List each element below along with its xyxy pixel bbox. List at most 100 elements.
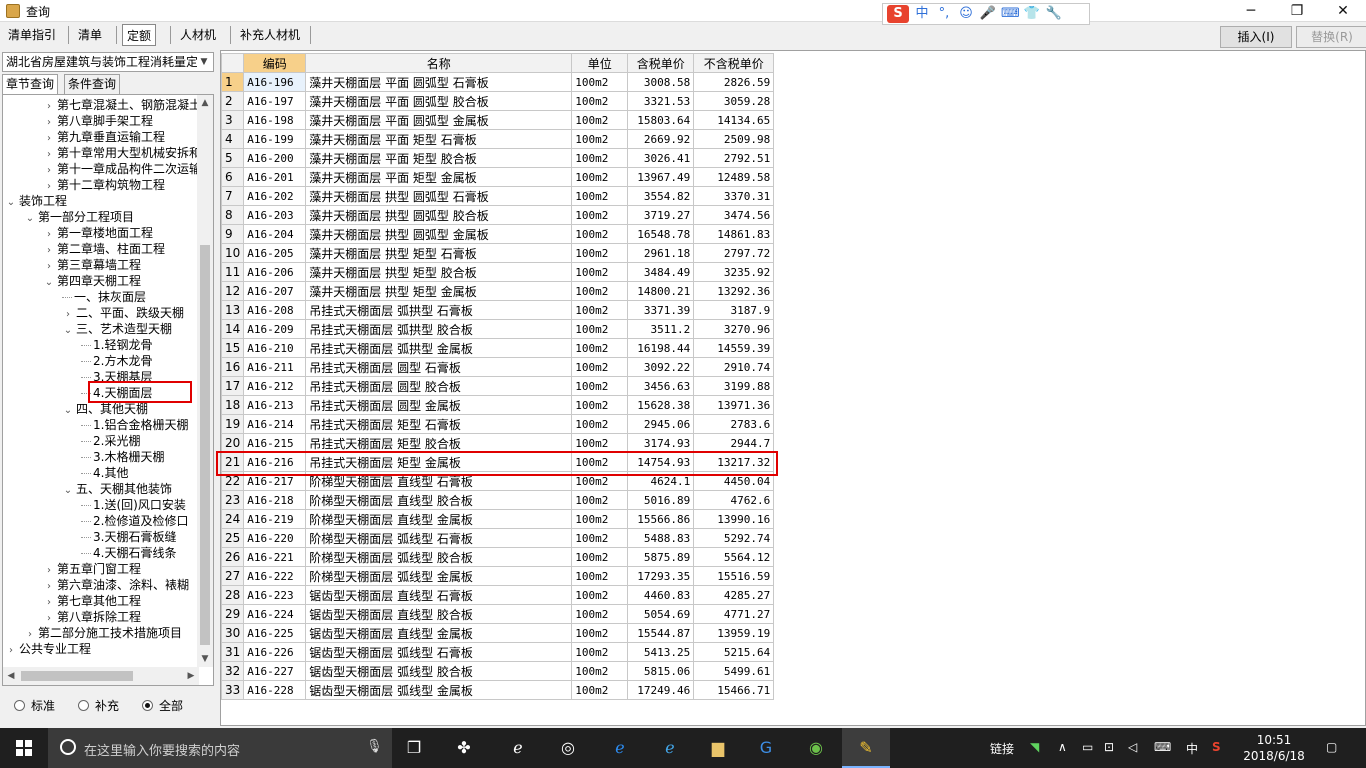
- tree-node[interactable]: › 第五章门窗工程: [43, 561, 141, 577]
- quota-unit[interactable]: 100m2: [571, 433, 629, 453]
- expanded-icon[interactable]: ⌄: [5, 195, 17, 211]
- scroll-down-icon[interactable]: ▼: [197, 651, 213, 667]
- quota-code[interactable]: A16-201: [243, 167, 307, 187]
- quota-code[interactable]: A16-227: [243, 661, 307, 681]
- quota-unit[interactable]: 100m2: [571, 72, 629, 92]
- col-header-notax-price[interactable]: 不含税单价: [693, 53, 775, 73]
- tree-node[interactable]: 2.采光棚: [81, 433, 140, 449]
- price-without-tax[interactable]: 2797.72: [693, 243, 775, 263]
- price-with-tax[interactable]: 16548.78: [627, 224, 695, 244]
- quota-unit[interactable]: 100m2: [571, 243, 629, 263]
- notification-icon[interactable]: ▢: [1326, 740, 1337, 754]
- ime-mode-icon[interactable]: 中: [913, 5, 931, 23]
- row-index[interactable]: 20: [221, 433, 245, 453]
- price-without-tax[interactable]: 12489.58: [693, 167, 775, 187]
- tree-node[interactable]: › 第八章脚手架工程: [43, 113, 153, 129]
- quota-name[interactable]: 锯齿型天棚面层 弧线型 胶合板: [305, 661, 573, 681]
- quota-code[interactable]: A16-228: [243, 680, 307, 700]
- quota-name[interactable]: 藻井天棚面层 拱型 圆弧型 金属板: [305, 224, 573, 244]
- tree-node[interactable]: › 第三章幕墙工程: [43, 257, 141, 273]
- quota-unit[interactable]: 100m2: [571, 205, 629, 225]
- price-without-tax[interactable]: 13971.36: [693, 395, 775, 415]
- tree-node[interactable]: › 第二部分施工技术措施项目: [24, 625, 182, 641]
- fan-app-icon[interactable]: ✤: [450, 734, 478, 762]
- price-without-tax[interactable]: 15466.71: [693, 680, 775, 700]
- taskbar-clock[interactable]: 10:51 2018/6/18: [1238, 732, 1310, 764]
- ie-browser-icon[interactable]: ℯ: [504, 734, 532, 762]
- row-index[interactable]: 32: [221, 661, 245, 681]
- price-with-tax[interactable]: 15803.64: [627, 110, 695, 130]
- tab-materials[interactable]: 人材机: [176, 24, 220, 46]
- price-with-tax[interactable]: 3026.41: [627, 148, 695, 168]
- table-row[interactable]: 15 A16-210 吊挂式天棚面层 弧拱型 金属板 100m2 16198.44 145…: [221, 338, 775, 358]
- tab-quota[interactable]: 定额: [122, 24, 157, 46]
- col-header-code[interactable]: 编码: [243, 53, 307, 73]
- row-index[interactable]: 11: [221, 262, 245, 282]
- quota-unit[interactable]: 100m2: [571, 604, 629, 624]
- quota-unit[interactable]: 100m2: [571, 281, 629, 301]
- quota-code[interactable]: A16-197: [243, 91, 307, 111]
- tab-condition-query[interactable]: 条件查询: [64, 74, 121, 94]
- radio-standard[interactable]: 标准: [14, 698, 55, 714]
- quota-name[interactable]: 阶梯型天棚面层 弧线型 石膏板: [305, 528, 573, 548]
- row-index[interactable]: 31: [221, 642, 245, 662]
- tree-node[interactable]: 2.方木龙骨: [81, 353, 152, 369]
- quota-name[interactable]: 藻井天棚面层 拱型 圆弧型 胶合板: [305, 205, 573, 225]
- quota-code[interactable]: A16-206: [243, 262, 307, 282]
- quota-name[interactable]: 藻井天棚面层 平面 矩型 金属板: [305, 167, 573, 187]
- internet-explorer-icon[interactable]: ℯ: [656, 734, 684, 762]
- quota-unit[interactable]: 100m2: [571, 414, 629, 434]
- quota-code[interactable]: A16-226: [243, 642, 307, 662]
- expanded-icon[interactable]: ⌄: [24, 211, 36, 227]
- table-row[interactable]: 10 A16-205 藻井天棚面层 拱型 矩型 石膏板 100m2 2961.18 279…: [221, 243, 775, 263]
- table-row[interactable]: 3 A16-198 藻井天棚面层 平面 圆弧型 金属板 100m2 15803.64 14…: [221, 110, 775, 130]
- tree-node[interactable]: › 二、平面、跌级天棚: [62, 305, 184, 321]
- quota-code[interactable]: A16-205: [243, 243, 307, 263]
- microphone-icon[interactable]: 🎙: [366, 739, 383, 754]
- expanded-icon[interactable]: ⌄: [62, 403, 74, 419]
- table-row[interactable]: 20 A16-215 吊挂式天棚面层 矩型 胶合板 100m2 3174.93 2944.…: [221, 433, 775, 453]
- quota-name[interactable]: 藻井天棚面层 平面 矩型 胶合板: [305, 148, 573, 168]
- tree-node[interactable]: ⌄ 五、天棚其他装饰: [62, 481, 172, 497]
- scroll-thumb[interactable]: [21, 671, 133, 681]
- quota-unit[interactable]: 100m2: [571, 395, 629, 415]
- table-row[interactable]: 24 A16-219 阶梯型天棚面层 直线型 金属板 100m2 15566.86 139…: [221, 509, 775, 529]
- price-without-tax[interactable]: 14559.39: [693, 338, 775, 358]
- quota-name[interactable]: 阶梯型天棚面层 弧线型 胶合板: [305, 547, 573, 567]
- price-without-tax[interactable]: 3370.31: [693, 186, 775, 206]
- row-index[interactable]: 10: [221, 243, 245, 263]
- taskbar-search[interactable]: 在这里输入你要搜索的内容 🎙: [48, 728, 392, 768]
- quota-code[interactable]: A16-199: [243, 129, 307, 149]
- quota-code[interactable]: A16-225: [243, 623, 307, 643]
- sogou-tray-icon[interactable]: S: [1212, 740, 1221, 754]
- price-without-tax[interactable]: 14861.83: [693, 224, 775, 244]
- price-without-tax[interactable]: 5292.74: [693, 528, 775, 548]
- table-row[interactable]: 19 A16-214 吊挂式天棚面层 矩型 石膏板 100m2 2945.06 2783.…: [221, 414, 775, 434]
- tab-chapter-query[interactable]: 章节查询: [2, 74, 59, 95]
- expanded-icon[interactable]: ⌄: [62, 483, 74, 499]
- scroll-right-icon[interactable]: ▶: [183, 667, 199, 685]
- row-index[interactable]: 2: [221, 91, 245, 111]
- table-row[interactable]: 31 A16-226 锯齿型天棚面层 弧线型 石膏板 100m2 5413.25 5215…: [221, 642, 775, 662]
- network-icon[interactable]: ⊡: [1104, 740, 1114, 754]
- row-index[interactable]: 1: [221, 72, 245, 92]
- radio-all[interactable]: 全部: [142, 698, 183, 714]
- price-with-tax[interactable]: 5815.06: [627, 661, 695, 681]
- quota-unit[interactable]: 100m2: [571, 129, 629, 149]
- price-without-tax[interactable]: 4762.6: [693, 490, 775, 510]
- quota-code[interactable]: A16-196: [243, 72, 307, 92]
- quota-name[interactable]: 藻井天棚面层 拱型 圆弧型 石膏板: [305, 186, 573, 206]
- quota-name[interactable]: 藻井天棚面层 平面 圆弧型 胶合板: [305, 91, 573, 111]
- quota-name[interactable]: 吊挂式天棚面层 圆型 胶合板: [305, 376, 573, 396]
- quota-code[interactable]: A16-210: [243, 338, 307, 358]
- tree-node[interactable]: › 第八章拆除工程: [43, 609, 141, 625]
- quota-name[interactable]: 藻井天棚面层 平面 圆弧型 石膏板: [305, 72, 573, 92]
- quota-code[interactable]: A16-203: [243, 205, 307, 225]
- tree-node[interactable]: 1.送(回)风口安装: [81, 497, 186, 513]
- price-with-tax[interactable]: 15544.87: [627, 623, 695, 643]
- row-index[interactable]: 5: [221, 148, 245, 168]
- quota-unit[interactable]: 100m2: [571, 319, 629, 339]
- quota-name[interactable]: 阶梯型天棚面层 直线型 胶合板: [305, 490, 573, 510]
- library-select[interactable]: 湖北省房屋建筑与装饰工程消耗量定额 ▼: [2, 52, 214, 72]
- tree-horizontal-scrollbar[interactable]: ◀ ▶: [3, 667, 199, 685]
